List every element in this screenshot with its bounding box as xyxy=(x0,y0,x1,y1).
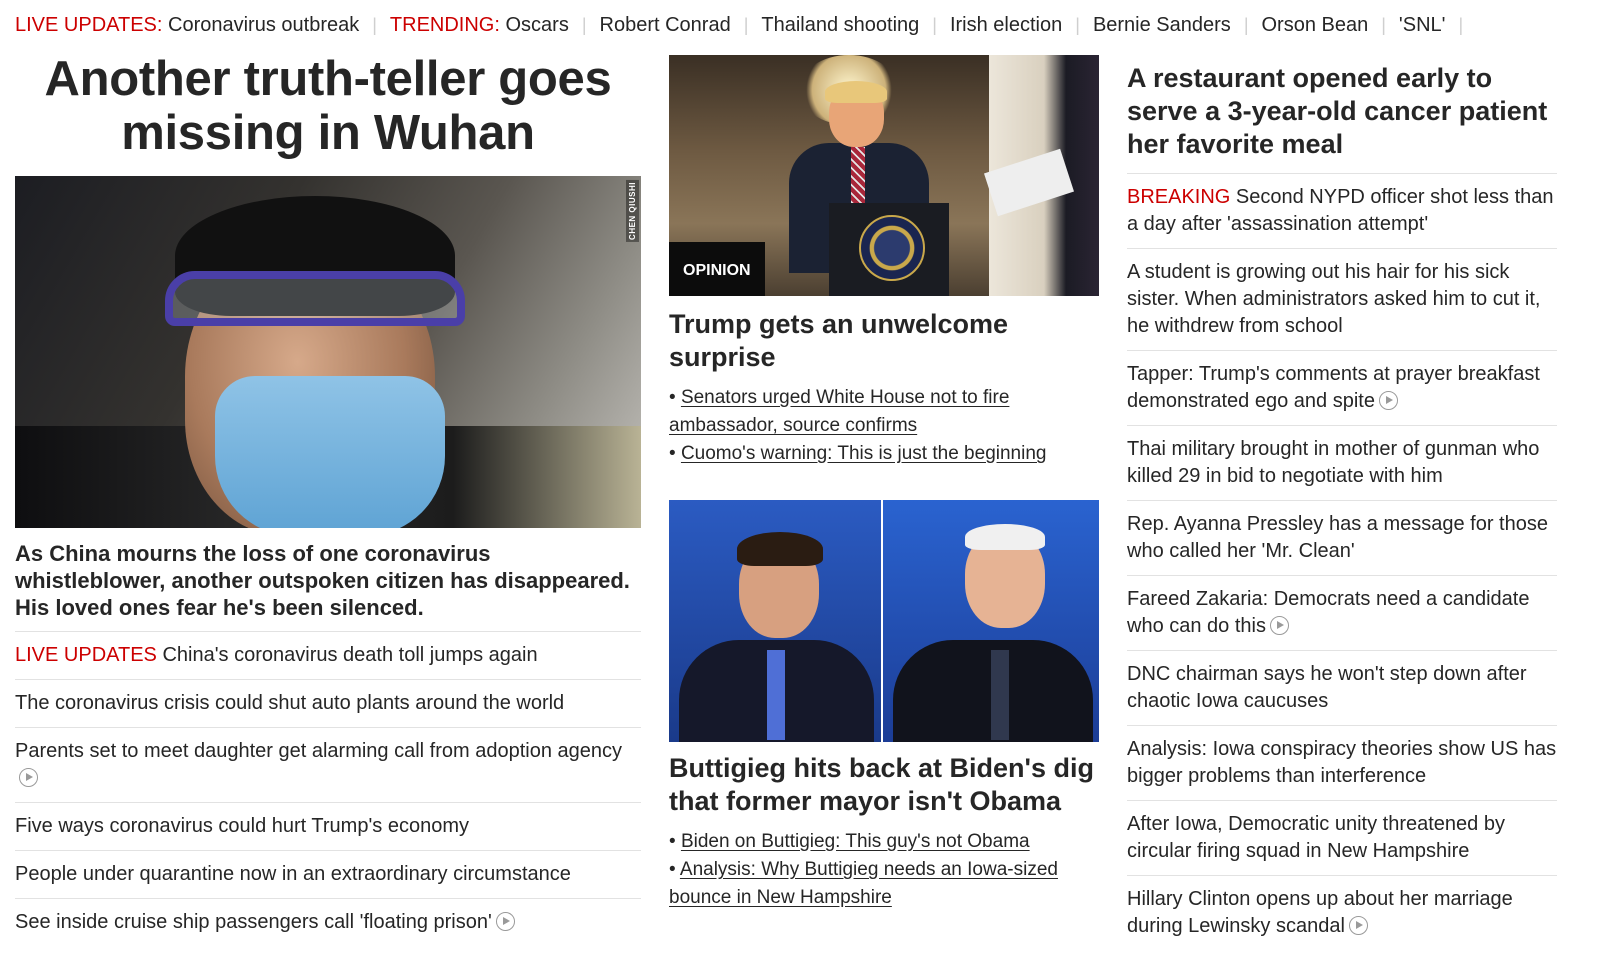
live-updates-label: LIVE UPDATES: xyxy=(15,13,163,36)
image-credit: CHEN QIUSHI xyxy=(626,180,639,242)
main-headline[interactable]: Another truth-teller goes missing in Wuh… xyxy=(15,52,641,160)
divider: | xyxy=(1381,14,1386,35)
list-item[interactable]: Thai military brought in mother of gunma… xyxy=(1127,426,1557,501)
trending-link-robert-conrad[interactable]: Robert Conrad xyxy=(600,14,731,37)
live-updates-tag: LIVE UPDATES xyxy=(15,644,157,666)
live-updates-link[interactable]: Coronavirus outbreak xyxy=(168,14,359,37)
list-item[interactable]: The coronavirus crisis could shut auto p… xyxy=(15,680,641,728)
story-headline[interactable]: Buttigieg hits back at Biden's dig that … xyxy=(669,752,1099,818)
list-item[interactable]: Rep. Ayanna Pressley has a message for t… xyxy=(1127,501,1557,576)
middle-column: OPINION Trump gets an unwelcome surprise… xyxy=(669,55,1099,912)
divider: | xyxy=(1458,14,1464,35)
video-play-icon xyxy=(495,912,515,931)
divider: | xyxy=(1243,14,1249,35)
story-list: LIVE UPDATES China's coronavirus death t… xyxy=(15,632,641,946)
related-links: • Biden on Buttigieg: This guy's not Oba… xyxy=(669,828,1099,912)
bullet-link: • Biden on Buttigieg: This guy's not Oba… xyxy=(669,831,1030,852)
opinion-badge: OPINION xyxy=(669,242,765,296)
list-item[interactable]: See inside cruise ship passengers call '… xyxy=(15,899,641,946)
list-item[interactable]: A student is growing out his hair for hi… xyxy=(1127,249,1557,351)
lead-headline[interactable]: A restaurant opened early to serve a 3-y… xyxy=(1127,62,1557,174)
list-item[interactable]: Parents set to meet daughter get alarmin… xyxy=(15,728,641,803)
list-item[interactable]: People under quarantine now in an extrao… xyxy=(15,851,641,899)
debate-image[interactable] xyxy=(669,500,1099,742)
story-headline[interactable]: Trump gets an unwelcome surprise xyxy=(669,308,1099,374)
video-play-icon xyxy=(1269,616,1289,635)
video-play-icon xyxy=(1348,916,1368,935)
hero-description[interactable]: As China mourns the loss of one coronavi… xyxy=(15,540,641,632)
right-column: A restaurant opened early to serve a 3-y… xyxy=(1127,62,1557,950)
list-item[interactable]: Hillary Clinton opens up about her marri… xyxy=(1127,876,1557,950)
bullet-link: • Analysis: Why Buttigieg needs an Iowa-… xyxy=(669,859,1058,908)
breaking-tag: BREAKING xyxy=(1127,186,1231,208)
main-story-column: Another truth-teller goes missing in Wuh… xyxy=(15,52,641,946)
hero-image[interactable]: CHEN QIUSHI xyxy=(15,176,641,528)
trump-podium-image[interactable]: OPINION xyxy=(669,55,1099,296)
presidential-seal-icon xyxy=(859,215,925,281)
list-item[interactable]: Five ways coronavirus could hurt Trump's… xyxy=(15,803,641,851)
bullet-link: • Cuomo's warning: This is just the begi… xyxy=(669,443,1047,464)
divider: | xyxy=(743,14,749,35)
trending-link-irish-election[interactable]: Irish election xyxy=(950,14,1062,37)
divider: | xyxy=(372,14,377,35)
divider: | xyxy=(1075,14,1080,35)
trending-link-orson-bean[interactable]: Orson Bean xyxy=(1262,14,1369,37)
list-item[interactable]: Tapper: Trump's comments at prayer break… xyxy=(1127,351,1557,426)
trending-link-oscars[interactable]: Oscars xyxy=(505,14,568,37)
trending-link-thailand-shooting[interactable]: Thailand shooting xyxy=(761,14,919,37)
list-item[interactable]: BREAKING Second NYPD officer shot less t… xyxy=(1127,174,1557,249)
video-play-icon xyxy=(1378,391,1398,410)
trending-label: TRENDING: xyxy=(389,13,500,36)
divider: | xyxy=(932,14,937,35)
video-play-icon xyxy=(19,768,38,787)
list-item[interactable]: After Iowa, Democratic unity threatened … xyxy=(1127,801,1557,876)
list-item[interactable]: LIVE UPDATES China's coronavirus death t… xyxy=(15,632,641,680)
related-links: • Senators urged White House not to fire… xyxy=(669,384,1099,468)
trending-bar: LIVE UPDATES: Coronavirus outbreak | TRE… xyxy=(15,10,1476,40)
list-item[interactable]: Analysis: Iowa conspiracy theories show … xyxy=(1127,726,1557,801)
trending-link-bernie-sanders[interactable]: Bernie Sanders xyxy=(1093,14,1231,37)
trending-link-snl[interactable]: 'SNL' xyxy=(1399,14,1446,37)
list-item[interactable]: DNC chairman says he won't step down aft… xyxy=(1127,651,1557,726)
list-item[interactable]: Fareed Zakaria: Democrats need a candida… xyxy=(1127,576,1557,651)
bullet-link: • Senators urged White House not to fire… xyxy=(669,387,1010,436)
divider: | xyxy=(581,14,587,35)
